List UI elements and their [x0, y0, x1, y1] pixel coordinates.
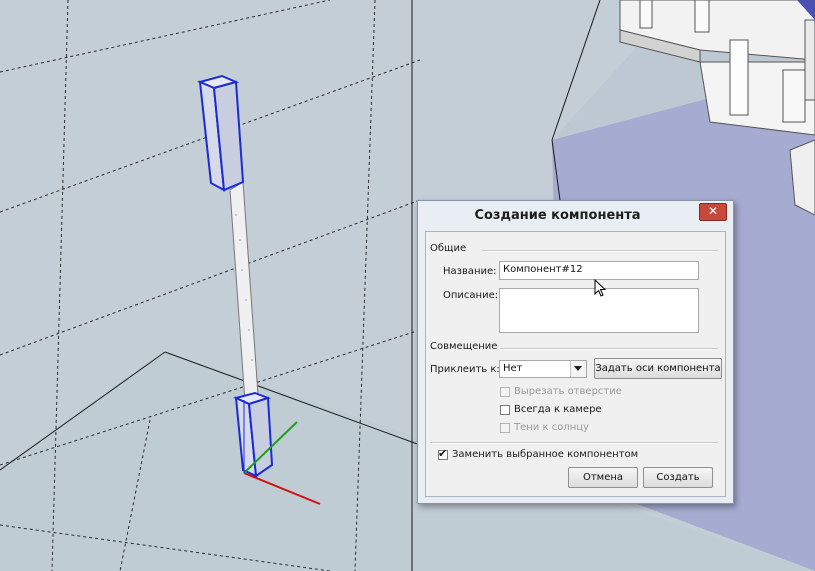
glue-to-label: Приклеить к: — [430, 364, 500, 375]
glue-to-value: Нет — [503, 363, 523, 374]
name-label: Название: — [443, 266, 497, 277]
cut-opening-checkbox[interactable] — [500, 387, 510, 397]
create-button[interactable]: Создать — [643, 467, 713, 488]
replace-selection-checkbox[interactable]: ✔ — [438, 447, 448, 460]
dialog-titlebar[interactable]: Создание компонента ✕ — [418, 201, 733, 231]
general-section-divider — [482, 250, 718, 252]
alignment-section-divider — [500, 348, 718, 350]
dropdown-arrow-icon[interactable] — [570, 361, 586, 377]
cancel-button[interactable]: Отмена — [568, 467, 638, 488]
general-section-label: Общие — [430, 243, 467, 254]
cursor-pointer-icon — [594, 279, 607, 297]
dialog-body: Общие Название: Компонент#12 Описание: С… — [425, 231, 726, 497]
close-icon: ✕ — [707, 204, 719, 218]
set-component-axes-button[interactable]: Задать оси компонента — [594, 358, 722, 379]
description-label: Описание: — [443, 290, 499, 301]
shadows-face-sun-checkbox[interactable] — [500, 423, 510, 433]
create-component-dialog: Создание компонента ✕ Общие Название: Ко… — [417, 200, 734, 504]
replace-selection-label: Заменить выбранное компонентом — [452, 449, 639, 460]
always-face-camera-label: Всегда к камере — [514, 404, 602, 415]
name-input[interactable]: Компонент#12 — [499, 261, 699, 280]
always-face-camera-checkbox[interactable] — [500, 405, 510, 415]
shadows-face-sun-label: Тени к солнцу — [514, 422, 589, 433]
close-button[interactable]: ✕ — [699, 203, 727, 221]
alignment-section-label: Совмещение — [430, 341, 498, 352]
options-divider — [430, 442, 718, 444]
dialog-title: Создание компонента — [474, 208, 641, 223]
glue-to-select[interactable]: Нет — [499, 360, 587, 378]
cut-opening-label: Вырезать отверстие — [514, 386, 622, 397]
